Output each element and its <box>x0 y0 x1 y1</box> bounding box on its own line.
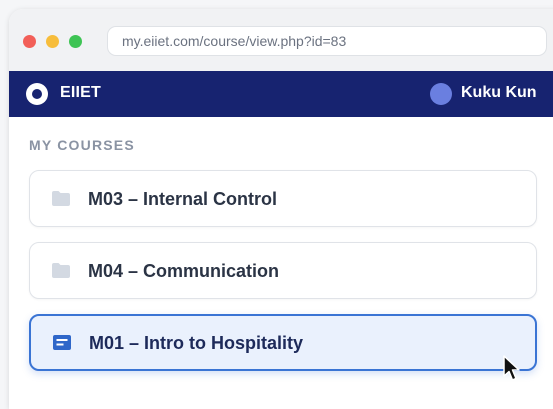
brand-logo-icon[interactable] <box>26 83 48 105</box>
browser-titlebar: my.eiiet.com/course/view.php?id=83 <box>9 9 553 72</box>
course-item-m03[interactable]: M03 – Internal Control <box>29 170 537 227</box>
document-icon <box>53 335 71 350</box>
course-item-m01[interactable]: M01 – Intro to Hospitality <box>29 314 537 371</box>
site-navbar: EIIET Kuku Kun <box>9 71 553 117</box>
minimize-window-button[interactable] <box>46 35 59 48</box>
close-window-button[interactable] <box>23 35 36 48</box>
user-name[interactable]: Kuku Kun <box>461 84 537 102</box>
brand-name[interactable]: EIIET <box>60 84 101 102</box>
folder-icon <box>52 263 70 278</box>
course-title: M04 – Communication <box>88 261 280 281</box>
address-bar-url: my.eiiet.com/course/view.php?id=83 <box>122 33 347 49</box>
course-item-m04[interactable]: M04 – Communication <box>29 242 537 299</box>
address-bar[interactable]: my.eiiet.com/course/view.php?id=83 <box>107 26 547 56</box>
folder-icon <box>52 191 70 206</box>
course-title: M01 – Intro to Hospitality <box>89 333 304 353</box>
maximize-window-button[interactable] <box>69 35 82 48</box>
mouse-cursor-icon <box>503 355 520 381</box>
course-title: M03 – Internal Control <box>88 189 278 209</box>
browser-window: my.eiiet.com/course/view.php?id=83 EIIET… <box>9 9 553 409</box>
my-courses-heading: MY COURSES <box>29 137 135 153</box>
user-avatar[interactable] <box>430 83 452 105</box>
